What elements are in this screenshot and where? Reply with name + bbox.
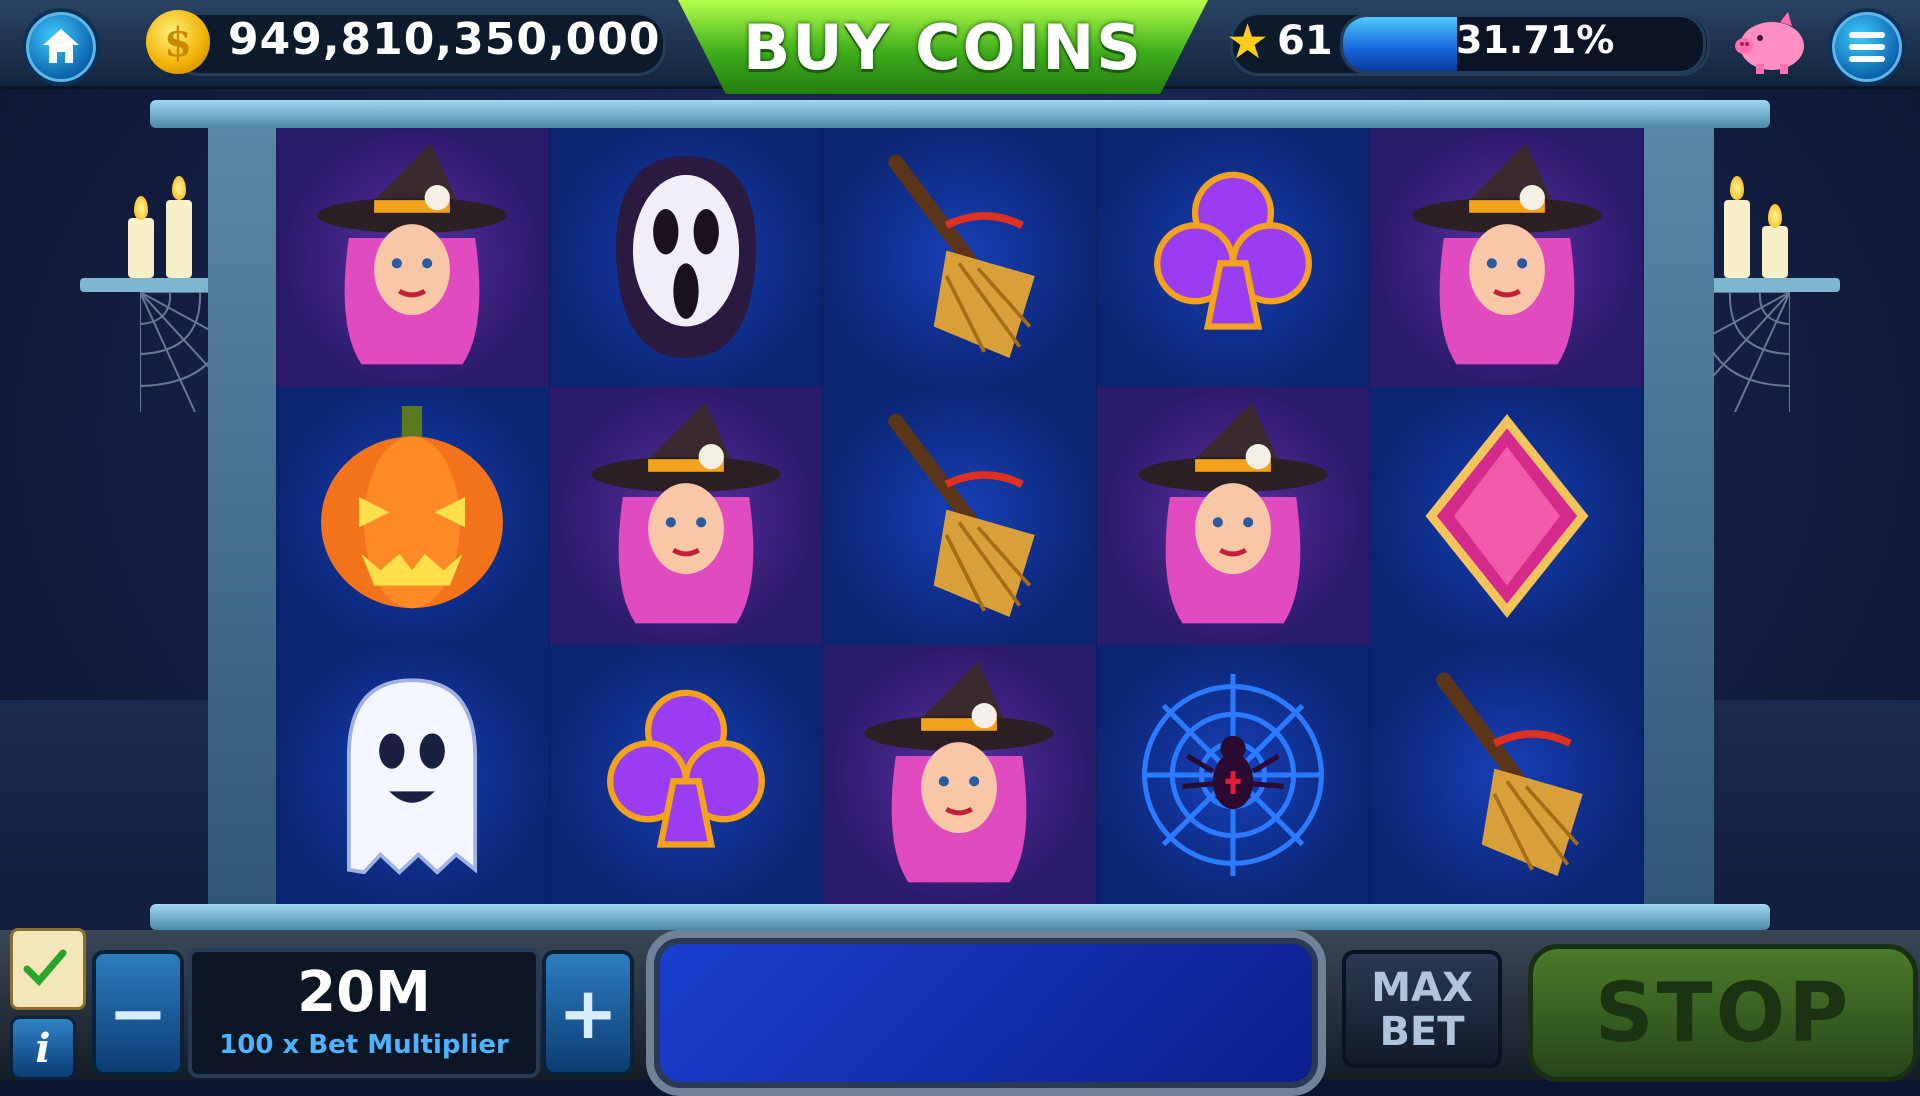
- home-button[interactable]: [22, 8, 100, 86]
- reel-cell: [823, 645, 1097, 904]
- home-icon: [43, 29, 79, 63]
- ghost-icon: [347, 678, 478, 875]
- witch-icon: [591, 402, 781, 624]
- candle-icon: [1724, 200, 1750, 278]
- max-bet-line2: BET: [1379, 1009, 1465, 1055]
- reel-cell: [1096, 645, 1371, 904]
- top-bar: $ 949,810,350,000 BUY COINS ★ 61 31.71%: [0, 0, 1920, 94]
- increase-bet-button[interactable]: +: [542, 950, 634, 1076]
- xp-percent: 31.71%: [1456, 18, 1615, 62]
- menu-button[interactable]: [1828, 8, 1906, 86]
- flame-icon: [172, 176, 186, 200]
- reel-cell: [549, 128, 824, 387]
- reel-frame-bottom: [150, 904, 1770, 930]
- max-bet-line1: MAX: [1371, 965, 1473, 1011]
- reel-cell: [1096, 386, 1371, 646]
- reel-cell: [823, 128, 1097, 387]
- xp-progress-fill: [1343, 17, 1458, 71]
- buy-coins-label: BUY COINS: [743, 10, 1143, 84]
- spin-button[interactable]: [646, 930, 1326, 1096]
- player-level: 61: [1277, 18, 1333, 64]
- reel-frame-top: [150, 100, 1770, 128]
- coin-icon: $: [146, 10, 210, 74]
- bet-value: 20M: [297, 960, 431, 1025]
- pumpkin-icon: [321, 406, 504, 609]
- clipboard-icon[interactable]: [10, 928, 86, 1010]
- broom-icon: [1435, 672, 1583, 876]
- witch-icon: [317, 143, 508, 365]
- reel-cell: [1096, 128, 1371, 387]
- reel-cell: [276, 128, 550, 387]
- broom-icon: [888, 413, 1036, 618]
- star-icon: ★: [1226, 14, 1270, 70]
- coin-balance: 949,810,350,000: [228, 14, 661, 65]
- decrease-bet-button[interactable]: −: [92, 950, 184, 1076]
- reel-cell: [1370, 128, 1644, 387]
- piggy-bank-icon[interactable]: [1730, 10, 1810, 74]
- diamond-icon: [1425, 414, 1589, 618]
- reel-cell: [549, 386, 824, 646]
- club-icon: [606, 689, 765, 848]
- reel-cell: [1370, 645, 1644, 904]
- bet-display: 20M 100 x Bet Multiplier: [188, 948, 540, 1078]
- witch-icon: [864, 660, 1055, 883]
- candle-icon: [1762, 226, 1788, 278]
- flame-icon: [1768, 204, 1782, 228]
- witch-icon: [1411, 143, 1602, 365]
- broom-icon: [888, 155, 1036, 359]
- spider-web-icon: [1142, 673, 1325, 876]
- reel-cell: [1370, 386, 1644, 646]
- reel-cell: [549, 645, 824, 904]
- bet-multiplier-label: 100 x Bet Multiplier: [219, 1030, 509, 1060]
- candle-icon: [128, 218, 154, 278]
- flame-icon: [134, 196, 148, 220]
- slot-reels: [276, 128, 1644, 904]
- buy-coins-button[interactable]: BUY COINS: [678, 0, 1208, 94]
- stop-button[interactable]: STOP: [1528, 944, 1918, 1082]
- flame-icon: [1730, 176, 1744, 200]
- checkmark-icon: [23, 949, 67, 987]
- reel-cell: [276, 645, 550, 904]
- ghost-mask-icon: [615, 156, 756, 359]
- candle-icon: [166, 200, 192, 278]
- stop-label: STOP: [1594, 965, 1852, 1061]
- witch-icon: [1138, 402, 1328, 624]
- reel-cell: [823, 386, 1097, 646]
- club-icon: [1154, 172, 1313, 330]
- hamburger-menu-icon: [1849, 32, 1885, 62]
- info-button[interactable]: i: [10, 1016, 76, 1080]
- reel-cell: [276, 386, 550, 646]
- max-bet-button[interactable]: MAX BET: [1342, 950, 1502, 1068]
